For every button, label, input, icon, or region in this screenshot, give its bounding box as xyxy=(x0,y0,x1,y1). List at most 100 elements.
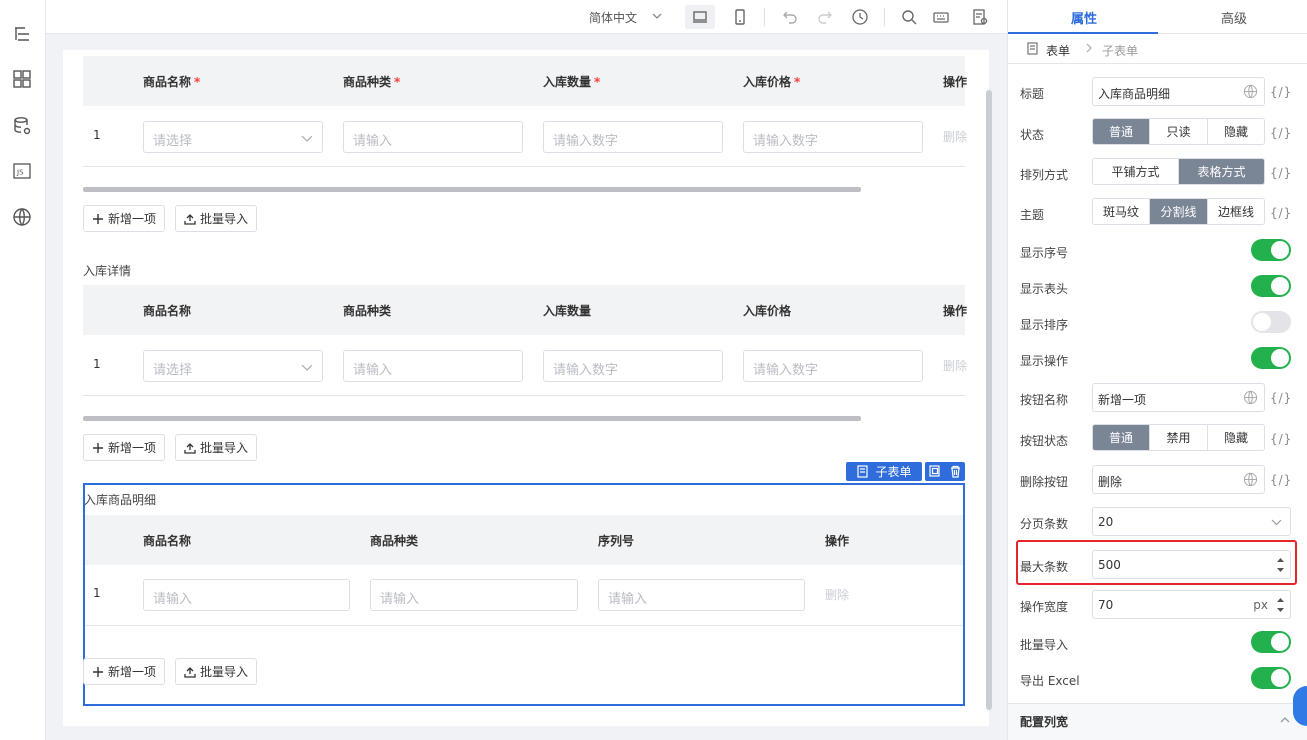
globe-icon[interactable] xyxy=(1243,472,1258,487)
add-item-button[interactable]: 新增一项 xyxy=(83,658,166,685)
show-index-toggle[interactable] xyxy=(1251,239,1291,261)
product-type-input[interactable]: 请输入 xyxy=(343,121,523,153)
batch-import-button[interactable]: 批量导入 xyxy=(175,658,258,685)
datasource-icon[interactable] xyxy=(11,115,33,137)
column-header: 商品种类 * xyxy=(343,75,401,89)
mobile-view-button[interactable] xyxy=(725,5,755,29)
theme-segmented: 斑马纹 分割线 边框线 xyxy=(1092,198,1265,225)
expression-button[interactable]: {/} xyxy=(1270,473,1292,487)
breadcrumb: 表单 子表单 xyxy=(1008,34,1307,64)
button-status-disabled[interactable]: 禁用 xyxy=(1150,425,1208,450)
add-item-button[interactable]: 新增一项 xyxy=(83,434,166,461)
page-size-select[interactable]: 20 xyxy=(1092,507,1291,536)
subform-tag[interactable]: 子表单 xyxy=(846,462,922,481)
chevron-down-icon xyxy=(1271,519,1282,526)
product-type-input[interactable]: 请输入 xyxy=(343,350,523,382)
js-code-icon[interactable]: JS xyxy=(11,160,33,182)
status-segmented: 普通 只读 隐藏 xyxy=(1092,118,1265,145)
column-header: 入库数量 xyxy=(543,304,592,318)
batch-import-button[interactable]: 批量导入 xyxy=(175,434,258,461)
price-input[interactable]: 请输入数字 xyxy=(743,350,923,382)
delete-row-link[interactable]: 删除 xyxy=(943,357,967,374)
assistant-float-button[interactable] xyxy=(1293,686,1307,726)
components-grid-icon[interactable] xyxy=(11,68,33,90)
expression-button[interactable]: {/} xyxy=(1270,126,1292,140)
delete-row-link[interactable]: 删除 xyxy=(943,128,967,145)
chevron-down-icon[interactable] xyxy=(650,9,664,23)
serial-number-input[interactable]: 请输入 xyxy=(598,579,805,611)
canvas-scrollbar[interactable] xyxy=(986,90,992,710)
language-select[interactable]: 简体中文 xyxy=(589,9,637,26)
horizontal-scrollbar[interactable] xyxy=(83,187,861,192)
title-input[interactable]: 入库商品明细 xyxy=(1092,77,1265,106)
trash-icon[interactable] xyxy=(949,465,962,478)
show-sort-toggle[interactable] xyxy=(1251,311,1291,333)
status-option-readonly[interactable]: 只读 xyxy=(1150,119,1208,144)
button-name-input[interactable]: 新增一项 xyxy=(1092,383,1265,412)
row-index: 1 xyxy=(93,586,101,600)
unit-label: px xyxy=(1253,598,1268,612)
tab-advanced[interactable]: 高级 xyxy=(1221,8,1247,27)
button-status-normal[interactable]: 普通 xyxy=(1093,425,1150,450)
globe-icon[interactable] xyxy=(1243,84,1258,99)
globe-icon[interactable] xyxy=(11,206,33,228)
product-type-input[interactable]: 请输入 xyxy=(370,579,578,611)
button-status-hidden[interactable]: 隐藏 xyxy=(1208,425,1264,450)
horizontal-scrollbar[interactable] xyxy=(83,416,861,421)
section-title: 入库详情 xyxy=(83,264,132,278)
undo-button[interactable] xyxy=(775,5,805,29)
history-icon xyxy=(852,9,868,25)
layout-option-tiled[interactable]: 平铺方式 xyxy=(1093,159,1179,184)
top-toolbar: 简体中文 xyxy=(46,0,1007,34)
theme-option-divider[interactable]: 分割线 xyxy=(1150,199,1208,224)
batch-import-toggle[interactable] xyxy=(1251,631,1291,653)
form-settings-button[interactable] xyxy=(965,5,995,29)
field-label: 分页条数 xyxy=(1020,517,1069,531)
status-option-normal[interactable]: 普通 xyxy=(1093,119,1150,144)
desktop-view-button[interactable] xyxy=(685,5,715,29)
stepper-arrows-icon[interactable] xyxy=(1276,594,1285,616)
show-header-toggle[interactable] xyxy=(1251,275,1291,297)
tab-properties[interactable]: 属性 xyxy=(1071,8,1097,27)
theme-option-zebra[interactable]: 斑马纹 xyxy=(1093,199,1150,224)
expression-button[interactable]: {/} xyxy=(1270,166,1292,180)
expression-button[interactable]: {/} xyxy=(1270,391,1292,405)
quantity-input[interactable]: 请输入数字 xyxy=(543,350,723,382)
breadcrumb-form[interactable]: 表单 xyxy=(1046,42,1070,59)
field-label: 主题 xyxy=(1020,208,1045,222)
row-divider xyxy=(83,166,965,167)
expression-button[interactable]: {/} xyxy=(1270,432,1292,446)
quantity-input[interactable]: 请输入数字 xyxy=(543,121,723,153)
price-input[interactable]: 请输入数字 xyxy=(743,121,923,153)
globe-icon[interactable] xyxy=(1243,390,1258,405)
plus-icon xyxy=(93,442,103,453)
add-item-button[interactable]: 新增一项 xyxy=(83,205,166,232)
copy-icon[interactable] xyxy=(928,465,942,478)
table-header: 商品名称 商品种类 入库数量 入库价格 操作 xyxy=(83,285,967,335)
delete-row-link[interactable]: 删除 xyxy=(825,586,849,603)
product-name-input[interactable]: 请输入 xyxy=(143,579,350,611)
left-rail: JS xyxy=(0,0,46,740)
field-label: 显示操作 xyxy=(1020,354,1069,368)
status-option-hidden[interactable]: 隐藏 xyxy=(1208,119,1264,144)
shortcuts-button[interactable] xyxy=(926,5,956,29)
history-button[interactable] xyxy=(845,5,875,29)
theme-option-border[interactable]: 边框线 xyxy=(1208,199,1264,224)
redo-button[interactable] xyxy=(810,5,840,29)
expression-button[interactable]: {/} xyxy=(1270,206,1292,220)
column-width-section[interactable]: 配置列宽 xyxy=(1008,703,1307,740)
batch-import-button[interactable]: 批量导入 xyxy=(175,205,258,232)
delete-button-input[interactable]: 删除 xyxy=(1092,465,1265,494)
product-name-select[interactable]: 请选择 xyxy=(143,121,323,153)
field-label: 按钮状态 xyxy=(1020,434,1069,448)
keyboard-icon xyxy=(933,12,949,23)
row-divider xyxy=(83,395,965,396)
export-excel-toggle[interactable] xyxy=(1251,667,1291,689)
search-button[interactable] xyxy=(894,5,924,29)
expression-button[interactable]: {/} xyxy=(1270,85,1292,99)
layout-option-table[interactable]: 表格方式 xyxy=(1179,159,1264,184)
op-width-input[interactable]: 70 px xyxy=(1092,590,1291,619)
show-ops-toggle[interactable] xyxy=(1251,347,1291,369)
outline-tree-icon[interactable] xyxy=(11,23,33,45)
product-name-select[interactable]: 请选择 xyxy=(143,350,323,382)
